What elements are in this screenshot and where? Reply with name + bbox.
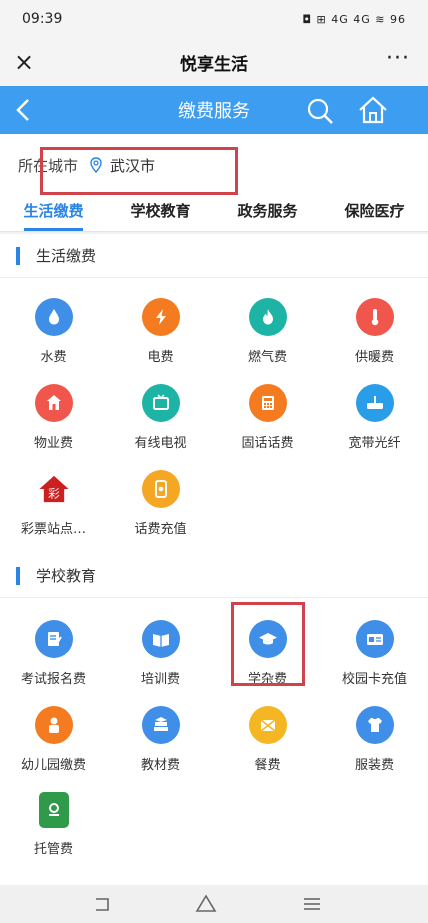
service-label: 宽带光纤	[348, 436, 401, 451]
page-title: 缴费服务	[178, 101, 250, 122]
service-item[interactable]: 彩 彩票站点…	[0, 462, 107, 550]
service-item[interactable]: 话费充值	[107, 462, 214, 550]
water-drop-icon	[34, 298, 73, 336]
section-header-life: 生活缴费	[0, 234, 428, 278]
service-item[interactable]: 供暖费	[321, 290, 428, 378]
menu-nav-icon[interactable]	[300, 893, 324, 915]
section-title: 学校教育	[36, 567, 97, 585]
status-time: 09:39	[22, 11, 63, 27]
service-label: 电费	[147, 350, 174, 365]
section-title: 生活缴费	[36, 247, 97, 265]
service-item[interactable]: 固话话费	[214, 376, 321, 464]
service-label: 有线电视	[134, 436, 187, 451]
category-tabs: 生活缴费 学校教育 政务服务 保险医疗	[0, 196, 428, 232]
book-icon	[141, 620, 180, 658]
service-item[interactable]: 服装费	[321, 698, 428, 786]
kindergarten-icon	[34, 706, 73, 744]
close-button[interactable]: ×	[10, 48, 38, 76]
school-education-grid: 考试报名费 培训费 学杂费 校园卡充值 幼儿园缴费 教材费 餐费 服装费 托管费	[0, 598, 428, 885]
service-label: 话费充值	[134, 522, 187, 537]
more-options-button[interactable]: ···	[380, 48, 416, 76]
tv-icon	[141, 384, 180, 422]
lottery-icon: 彩	[35, 470, 73, 508]
service-item[interactable]: 教材费	[107, 698, 214, 786]
city-highlight-box	[40, 147, 238, 195]
status-indicators: ◘ ⊞ 4G 4G ≋ 96	[302, 12, 406, 26]
service-label: 水费	[40, 350, 67, 365]
service-item[interactable]: 燃气费	[214, 290, 321, 378]
service-item[interactable]: 校园卡充值	[321, 612, 428, 700]
thermometer-icon	[355, 298, 394, 336]
textbooks-icon	[141, 706, 180, 744]
service-item[interactable]: 幼儿园缴费	[0, 698, 107, 786]
service-item[interactable]: 托管费	[0, 784, 107, 872]
recent-apps-icon[interactable]	[90, 893, 114, 915]
system-nav-bar	[0, 885, 428, 923]
home-nav-icon[interactable]	[194, 893, 218, 915]
service-label: 物业费	[33, 436, 73, 451]
service-label: 校园卡充值	[341, 672, 407, 687]
tuition-highlight-box	[231, 602, 305, 686]
flame-icon	[248, 298, 287, 336]
service-label: 燃气费	[247, 350, 287, 365]
page-header: 缴费服务	[0, 86, 428, 134]
home-icon[interactable]	[356, 94, 390, 126]
search-icon[interactable]	[304, 95, 336, 127]
service-label: 餐费	[254, 758, 281, 773]
lightning-icon	[141, 298, 180, 336]
app-title-bar: × 悦享生活 ···	[0, 38, 428, 86]
landline-phone-icon	[248, 384, 287, 422]
mobile-phone-icon	[141, 470, 180, 508]
service-label: 幼儿园缴费	[20, 758, 86, 773]
status-bar: 09:39 ◘ ⊞ 4G 4G ≋ 96	[0, 0, 428, 38]
exam-form-icon	[34, 620, 73, 658]
section-marker	[16, 566, 20, 585]
section-header-education: 学校教育	[0, 554, 428, 598]
service-item[interactable]: 物业费	[0, 376, 107, 464]
service-item[interactable]: 考试报名费	[0, 612, 107, 700]
service-item[interactable]: 电费	[107, 290, 214, 378]
back-arrow-icon[interactable]	[8, 94, 40, 126]
service-label: 服装费	[354, 758, 394, 773]
tab-government-services[interactable]: 政务服务	[214, 196, 321, 231]
service-label: 彩票站点…	[20, 522, 86, 537]
service-item[interactable]: 培训费	[107, 612, 214, 700]
app-title: 悦享生活	[180, 54, 248, 75]
service-label: 固话话费	[241, 436, 294, 451]
svg-text:彩: 彩	[48, 487, 60, 501]
building-icon	[34, 384, 73, 422]
service-item[interactable]: 宽带光纤	[321, 376, 428, 464]
service-label: 托管费	[33, 842, 73, 857]
service-label: 教材费	[140, 758, 180, 773]
childcare-icon	[38, 792, 69, 828]
service-label: 考试报名费	[20, 672, 86, 687]
uniform-icon	[355, 706, 394, 744]
tab-school-education[interactable]: 学校教育	[107, 196, 214, 231]
campus-card-icon	[355, 620, 394, 658]
tab-insurance-medical[interactable]: 保险医疗	[321, 196, 428, 231]
service-label: 培训费	[140, 672, 180, 687]
section-marker	[16, 246, 20, 265]
service-item[interactable]: 餐费	[214, 698, 321, 786]
service-item[interactable]: 有线电视	[107, 376, 214, 464]
service-label: 供暖费	[354, 350, 394, 365]
life-payment-grid: 水费 电费 燃气费 供暖费 物业费 有线电视 固话话费 宽带光纤 彩 彩票站点……	[0, 278, 428, 554]
meal-icon	[248, 706, 287, 744]
service-item[interactable]: 水费	[0, 290, 107, 378]
tab-life-payment[interactable]: 生活缴费	[0, 196, 107, 231]
router-icon	[355, 384, 394, 422]
